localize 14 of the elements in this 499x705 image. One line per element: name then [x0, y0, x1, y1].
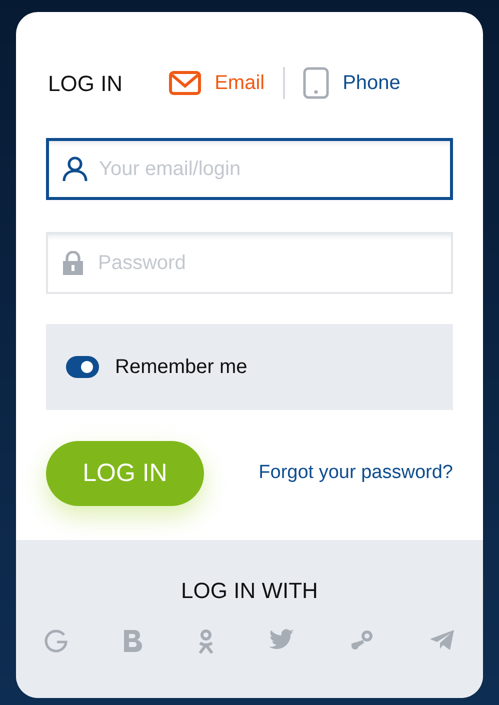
password-field[interactable]: Password: [46, 232, 453, 294]
remember-toggle[interactable]: [66, 356, 99, 378]
email-field[interactable]: Your email/login: [46, 138, 453, 200]
mail-icon: [168, 71, 201, 95]
phone-icon: [302, 67, 329, 99]
lock-icon: [62, 251, 84, 275]
letter-b-button[interactable]: [123, 629, 143, 655]
user-icon: [62, 156, 88, 182]
login-method-tab[interactable]: Phone: [302, 67, 400, 99]
google-button[interactable]: [44, 629, 68, 655]
login-title: LOG IN: [48, 70, 123, 98]
remember-label: Remember me: [115, 355, 248, 380]
social-login-title: LOG IN WITH: [181, 577, 318, 605]
forgot-password-link[interactable]: Forgot your password?: [258, 459, 453, 488]
